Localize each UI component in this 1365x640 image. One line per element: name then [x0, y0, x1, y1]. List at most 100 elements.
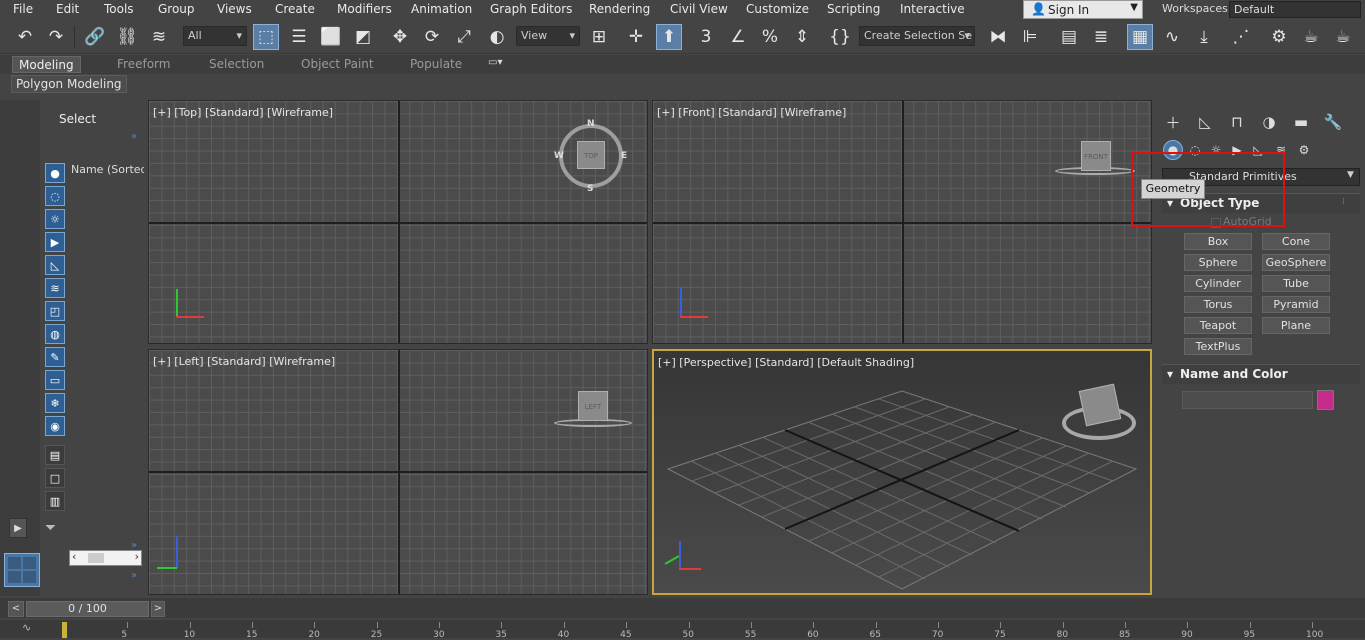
layer-explorer-icon[interactable]: ≣	[1088, 24, 1114, 50]
explorer-scrollbar[interactable]: ‹ ›	[69, 550, 142, 566]
tab-populate[interactable]: Populate	[410, 56, 462, 73]
next-frame-icon[interactable]: >	[151, 601, 165, 617]
unlink-icon[interactable]: ⛓	[114, 24, 140, 50]
tab-selection[interactable]: Selection	[209, 56, 264, 73]
rendered-frame-window-icon[interactable]: ☕	[1298, 24, 1324, 50]
display-containers-icon[interactable]: ▭	[45, 370, 65, 390]
viewport-perspective[interactable]: [+] [Perspective] [Standard] [Default Sh…	[652, 349, 1152, 595]
compass-east[interactable]: E	[621, 151, 627, 161]
link-icon[interactable]: 🔗	[82, 24, 108, 50]
viewcube-top[interactable]: TOP	[577, 141, 605, 169]
expand-icon[interactable]: »	[131, 131, 137, 142]
bind-space-warp-icon[interactable]: ≋	[146, 24, 172, 50]
menu-modifiers[interactable]: Modifiers	[337, 1, 392, 18]
viewport-layout-icon[interactable]	[4, 553, 40, 587]
tab-object-paint[interactable]: Object Paint	[301, 56, 374, 73]
display-hidden-icon[interactable]: ◉	[45, 416, 65, 436]
utilities-tab-icon[interactable]: 🔧	[1320, 110, 1346, 134]
scene-explorer-select-label[interactable]: Select	[59, 112, 96, 126]
filter-icon[interactable]: ⏷	[45, 520, 65, 540]
torus-button[interactable]: Torus	[1184, 296, 1252, 313]
display-groups-icon[interactable]: ◰	[45, 301, 65, 321]
move-icon[interactable]: ✥	[387, 24, 413, 50]
rectangular-selection-icon[interactable]: ⬜	[318, 24, 344, 50]
display-lights-icon[interactable]: ☼	[45, 209, 65, 229]
name-column-header[interactable]: Name (Sorted A	[71, 163, 144, 176]
align-icon[interactable]: ⊫	[1017, 24, 1043, 50]
named-selection-dropdown[interactable]: Create Selection Se	[859, 26, 975, 46]
viewport-front[interactable]: [+] [Front] [Standard] [Wireframe] FRONT	[652, 100, 1152, 344]
tab-modeling[interactable]: Modeling	[12, 56, 81, 73]
cone-button[interactable]: Cone	[1262, 233, 1330, 250]
viewport-label-left[interactable]: [+] [Left] [Standard] [Wireframe]	[153, 355, 335, 368]
menu-animation[interactable]: Animation	[411, 1, 472, 18]
time-slider[interactable]	[0, 598, 1365, 618]
render-setup-icon[interactable]: ⚙	[1266, 24, 1292, 50]
rotate-icon[interactable]: ⟳	[419, 24, 445, 50]
scroll-left-icon[interactable]: ‹	[72, 550, 76, 563]
create-tab-icon[interactable]: ＋	[1160, 110, 1186, 134]
menu-group[interactable]: Group	[158, 1, 195, 18]
dope-sheet-icon[interactable]: ⤓	[1191, 24, 1217, 50]
snaps-toggle-icon[interactable]: 3	[693, 24, 719, 50]
hierarchy-tab-icon[interactable]: ⊓	[1224, 110, 1250, 134]
viewcube-front[interactable]: FRONT	[1081, 141, 1111, 171]
object-name-input[interactable]	[1182, 391, 1313, 409]
menu-create[interactable]: Create	[275, 1, 315, 18]
scroll-right-icon[interactable]: ›	[135, 550, 139, 563]
ribbon-panel-polygon-modeling[interactable]: Polygon Modeling	[11, 75, 127, 93]
plane-button[interactable]: Plane	[1262, 317, 1330, 334]
textplus-button[interactable]: TextPlus	[1184, 338, 1252, 355]
systems-icon[interactable]: ⚙	[1294, 140, 1314, 160]
placement-icon[interactable]: ◐	[484, 24, 510, 50]
compass-north[interactable]: N	[587, 119, 595, 129]
curve-editor-icon[interactable]: ∿	[1159, 24, 1185, 50]
menu-tools[interactable]: Tools	[104, 1, 134, 18]
name-and-color-rollout[interactable]: Name and Color	[1162, 364, 1360, 384]
frame-display[interactable]: 0 / 100	[26, 601, 149, 617]
viewcube-left[interactable]: LEFT	[578, 391, 608, 421]
spinner-snap-icon[interactable]: ⇕	[789, 24, 815, 50]
menu-interactive[interactable]: Interactive	[900, 1, 965, 18]
display-none-icon[interactable]: □	[45, 468, 65, 488]
menu-graph-editors[interactable]: Graph Editors	[490, 1, 572, 18]
scene-explorer-toggle-icon[interactable]: ▤	[1056, 24, 1082, 50]
menu-edit[interactable]: Edit	[56, 1, 79, 18]
scale-icon[interactable]: ⤢	[451, 24, 477, 50]
display-frozen-icon[interactable]: ❄	[45, 393, 65, 413]
select-object-icon[interactable]: ⬚	[253, 24, 279, 50]
workspaces-dropdown[interactable]: Default	[1229, 1, 1361, 18]
menu-file[interactable]: File	[13, 1, 33, 18]
geosphere-button[interactable]: GeoSphere	[1262, 254, 1330, 271]
curve-icon[interactable]: ∿	[22, 621, 31, 634]
selection-filter-dropdown[interactable]: All	[183, 26, 247, 46]
schematic-view-icon[interactable]: ⋰	[1228, 24, 1254, 50]
display-tab-icon[interactable]: ▬	[1288, 110, 1314, 134]
teapot-button[interactable]: Teapot	[1184, 317, 1252, 334]
sphere-button[interactable]: Sphere	[1184, 254, 1252, 271]
time-cursor[interactable]	[62, 622, 67, 638]
motion-tab-icon[interactable]: ◑	[1256, 110, 1282, 134]
expand-icon[interactable]: »	[131, 570, 137, 581]
viewport-left[interactable]: [+] [Left] [Standard] [Wireframe] LEFT	[148, 349, 648, 595]
tube-button[interactable]: Tube	[1262, 275, 1330, 292]
percent-snap-icon[interactable]: %	[757, 24, 783, 50]
display-helpers-icon[interactable]: ◺	[45, 255, 65, 275]
display-shapes-icon[interactable]: ◌	[45, 186, 65, 206]
menu-views[interactable]: Views	[217, 1, 252, 18]
display-all-icon[interactable]: ▤	[45, 445, 65, 465]
viewport-label-top[interactable]: [+] [Top] [Standard] [Wireframe]	[153, 106, 333, 119]
window-crossing-icon[interactable]: ◩	[350, 24, 376, 50]
object-color-swatch[interactable]	[1317, 390, 1334, 410]
compass-west[interactable]: W	[554, 151, 564, 161]
menu-customize[interactable]: Customize	[746, 1, 809, 18]
menu-civil-view[interactable]: Civil View	[670, 1, 728, 18]
select-by-name-icon[interactable]: ☰	[286, 24, 312, 50]
modify-tab-icon[interactable]: ◺	[1192, 110, 1218, 134]
ribbon-toggle-icon[interactable]: ▦	[1127, 24, 1153, 50]
display-geometry-icon[interactable]: ●	[45, 163, 65, 183]
tab-freeform[interactable]: Freeform	[117, 56, 170, 73]
redo-icon[interactable]: ↷	[43, 24, 69, 50]
viewport-label-front[interactable]: [+] [Front] [Standard] [Wireframe]	[657, 106, 846, 119]
pivot-center-icon[interactable]: ⊞	[586, 24, 612, 50]
